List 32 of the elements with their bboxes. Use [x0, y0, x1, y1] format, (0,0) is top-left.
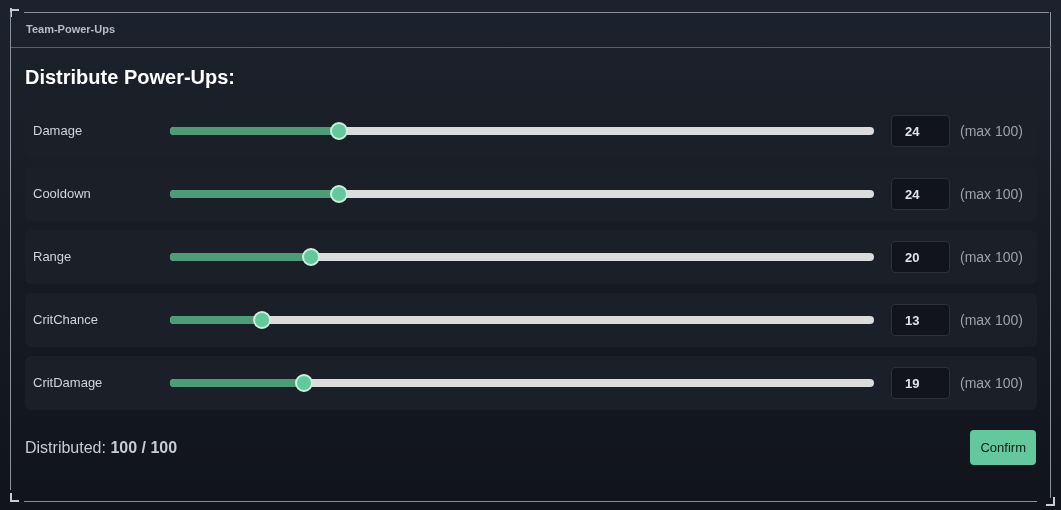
- corner-bracket: [1046, 497, 1055, 506]
- max-label: (max 100): [960, 373, 1024, 393]
- value-input[interactable]: 24: [891, 178, 950, 210]
- stat-label: CritChance: [33, 311, 100, 330]
- slider[interactable]: [170, 311, 874, 329]
- max-label: (max 100): [960, 310, 1024, 330]
- slider-thumb[interactable]: [252, 311, 271, 329]
- stat-label: CritDamage: [33, 374, 104, 393]
- stat-label: Damage: [33, 122, 84, 141]
- value-input[interactable]: 19: [891, 367, 950, 399]
- panel-title: Distribute Power-Ups:: [25, 65, 237, 90]
- confirm-button[interactable]: Confirm: [970, 430, 1036, 465]
- value-input[interactable]: 24: [891, 115, 950, 147]
- slider-thumb[interactable]: [329, 122, 348, 140]
- slider-thumb[interactable]: [301, 248, 320, 266]
- stat-label: Cooldown: [33, 185, 92, 204]
- corner-bracket: [10, 493, 19, 502]
- max-label: (max 100): [960, 184, 1024, 204]
- stat-label: Range: [33, 248, 73, 267]
- slider[interactable]: [170, 122, 874, 140]
- slider[interactable]: [170, 185, 874, 203]
- panel-header: Team-Power-Ups: [26, 22, 116, 38]
- slider[interactable]: [170, 248, 874, 266]
- distributed-summary: Distributed: 100 / 100: [25, 437, 178, 458]
- value-input[interactable]: 13: [891, 304, 950, 336]
- slider-thumb[interactable]: [329, 185, 348, 203]
- max-label: (max 100): [960, 121, 1024, 141]
- value-input[interactable]: 20: [891, 241, 950, 273]
- slider-thumb[interactable]: [294, 374, 313, 392]
- corner-bracket: [10, 8, 19, 17]
- slider[interactable]: [170, 374, 874, 392]
- max-label: (max 100): [960, 247, 1024, 267]
